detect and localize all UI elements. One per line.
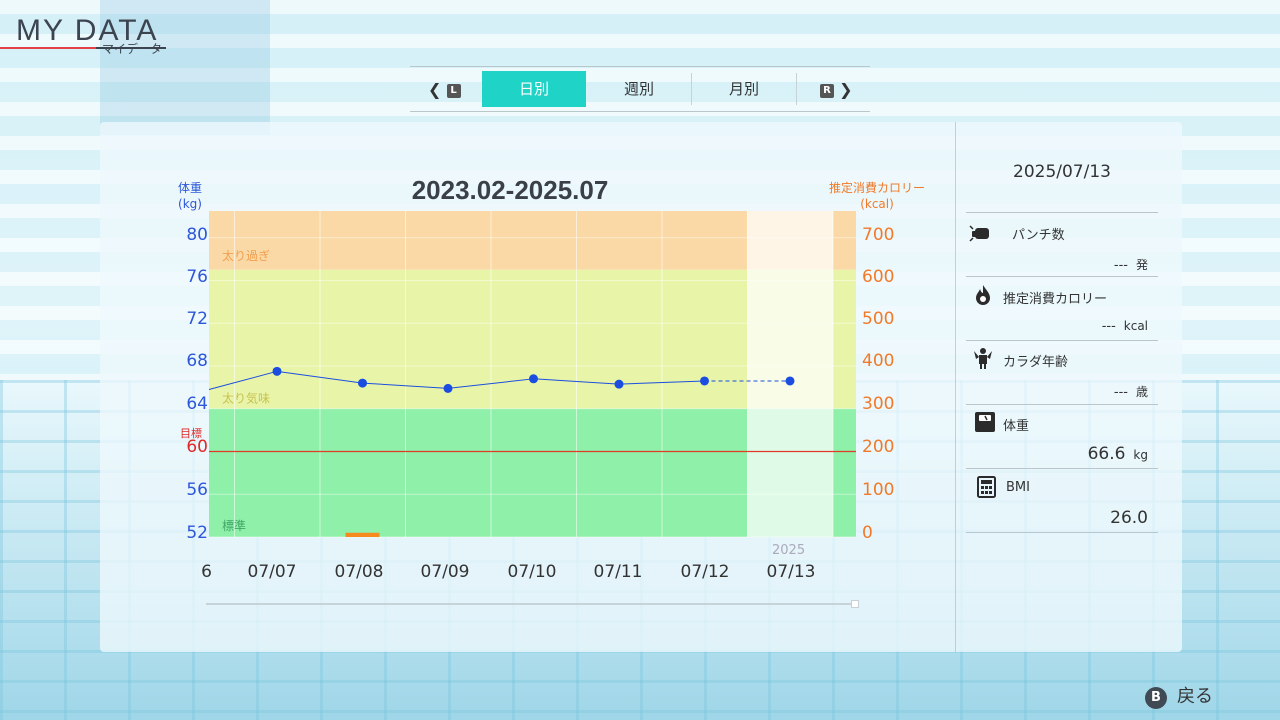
chart-scroll-thumb[interactable] (851, 600, 859, 608)
sidebar-separator (966, 468, 1158, 469)
stat-label-punches: パンチ数 (1012, 228, 1065, 243)
punch-icon (969, 225, 989, 242)
x-tick: 07/10 (507, 562, 557, 582)
stat-number: --- (1113, 385, 1128, 400)
muscle-icon (974, 348, 992, 369)
sidebar-separator (966, 212, 1158, 213)
x-tick: 07/08 (334, 562, 384, 582)
year-label: 2025 (772, 543, 806, 558)
y-left-tick: 80 (186, 225, 208, 245)
x-tick: 07/07 (247, 562, 297, 582)
y-right-tick: 600 (862, 267, 895, 287)
y-left-tick: 64 (186, 394, 208, 414)
stat-unit: 発 (1135, 258, 1148, 272)
y-right-tick: 400 (862, 351, 895, 371)
sidebar-separator (966, 532, 1158, 533)
weight-data-point (700, 376, 709, 386)
chart-scrollbar[interactable] (206, 603, 856, 605)
x-tick: 07/11 (593, 562, 643, 582)
y-left-tick: 72 (186, 309, 208, 329)
selected-date: 2025/07/13 (1013, 162, 1111, 182)
sidebar-separator (966, 404, 1158, 405)
stat-value-bmi: 26.0 (1110, 508, 1148, 528)
stat-label-body-age: カラダ年齢 (1003, 355, 1069, 370)
stat-number: 26.0 (1110, 508, 1148, 528)
stat-unit: 歳 (1135, 385, 1148, 399)
zone-label-overweight: 太り過ぎ (222, 248, 270, 263)
y-left-tick: 68 (186, 351, 208, 371)
y-left-tick: 76 (186, 267, 208, 287)
y-right-tick: 500 (862, 309, 895, 329)
back-label: 戻る (1177, 686, 1213, 707)
stat-label-weight: 体重 (1003, 419, 1030, 434)
y-left-tick: 56 (186, 480, 208, 500)
weight-data-point (614, 379, 624, 389)
x-tick: 07/12 (680, 562, 730, 582)
y-left-tick: 52 (186, 523, 208, 543)
stat-number: --- (1113, 258, 1128, 273)
flame-icon (976, 285, 990, 305)
y-right-tick: 100 (862, 480, 895, 500)
stat-value-calories: --- kcal (1102, 319, 1148, 334)
x-tick-selected: 07/13 (766, 562, 816, 582)
stat-unit: kg (1133, 448, 1148, 462)
stat-number: --- (1101, 319, 1116, 334)
y-right-tick: 300 (862, 394, 895, 414)
selected-day-highlight (747, 211, 833, 537)
weight-data-point (443, 383, 453, 393)
b-button-icon: B (1145, 687, 1167, 709)
y-left-tick-goal: 60 (186, 437, 208, 457)
stat-value-body-age: --- 歳 (1114, 383, 1148, 400)
weight-data-point (785, 376, 795, 386)
y-right-tick: 700 (862, 225, 895, 245)
stat-number: 66.6 (1087, 444, 1126, 464)
sidebar-separator (966, 276, 1158, 277)
calculator-icon (977, 476, 996, 498)
weight-data-point (529, 374, 538, 384)
y-right-tick: 0 (862, 523, 873, 543)
calorie-bar (345, 532, 380, 537)
x-tick-partial: 6 (201, 562, 212, 582)
stat-label-bmi: BMI (1006, 480, 1030, 495)
stat-unit: kcal (1123, 319, 1148, 333)
weight-data-point (358, 378, 367, 388)
stat-value-weight: 66.6 kg (1088, 444, 1148, 464)
weight-data-point (272, 366, 282, 376)
zone-label-normal: 標準 (222, 518, 246, 533)
scale-icon (975, 412, 995, 432)
back-button[interactable]: B 戻る (1145, 682, 1213, 709)
stat-value-punches: --- 発 (1114, 256, 1148, 273)
sidebar-separator (966, 340, 1158, 341)
x-tick: 07/09 (420, 562, 470, 582)
y-right-tick: 200 (862, 437, 895, 457)
zone-label-slightly-overweight: 太り気味 (222, 391, 270, 406)
stat-label-calories: 推定消費カロリー (1003, 292, 1108, 307)
